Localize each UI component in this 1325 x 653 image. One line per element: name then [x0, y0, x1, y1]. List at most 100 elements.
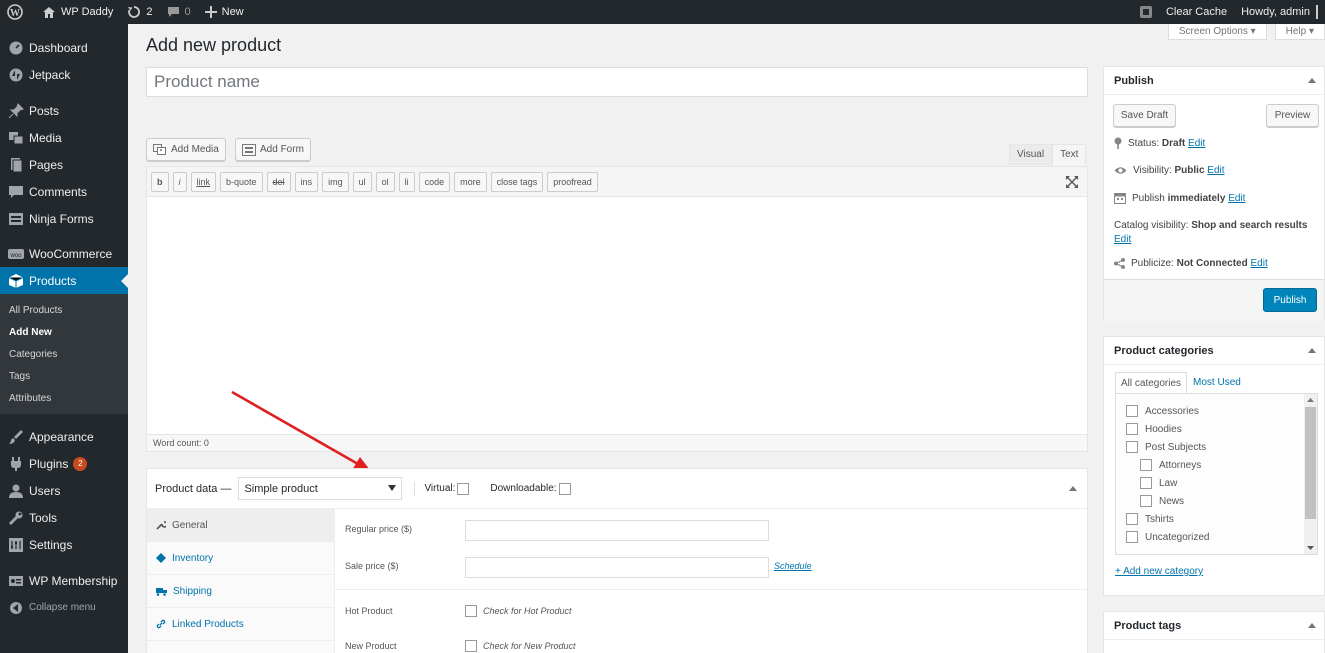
scrollbar[interactable] — [1304, 394, 1317, 554]
sidebar-item-plugins[interactable]: Plugins 2 — [0, 450, 128, 477]
quicktag-close-tags-button[interactable]: close tags — [490, 171, 544, 192]
sidebar-item-media[interactable]: Media — [0, 124, 128, 151]
submenu-item-tags[interactable]: Tags — [0, 365, 128, 387]
category-checkbox[interactable] — [1140, 459, 1152, 471]
virtual-checkbox[interactable] — [457, 482, 470, 495]
publicize-edit-link[interactable]: Edit — [1250, 258, 1267, 269]
publicize-row: Publicize: Not Connected Edit — [1114, 258, 1268, 269]
sidebar-item-dashboard[interactable]: Dashboard — [0, 34, 128, 61]
category-checkbox[interactable] — [1126, 405, 1138, 417]
catalog-visibility-edit-link[interactable]: Edit — [1114, 234, 1131, 245]
preview-button[interactable]: Preview — [1266, 104, 1319, 127]
quicktag-li-button[interactable]: li — [398, 171, 415, 192]
tab-text[interactable]: Text — [1052, 144, 1087, 165]
submenu-item-add-new[interactable]: Add New — [0, 321, 128, 343]
tab-inventory[interactable]: Inventory — [147, 542, 334, 575]
visibility-edit-link[interactable]: Edit — [1207, 165, 1224, 176]
new-product-checkbox[interactable] — [465, 640, 477, 652]
category-checkbox[interactable] — [1126, 441, 1138, 453]
jetpack-icon — [8, 67, 24, 83]
quicktag-more-button[interactable]: more — [454, 171, 487, 192]
comments-link[interactable]: 0 — [160, 0, 198, 24]
sidebar-item-ninja-forms[interactable]: Ninja Forms — [0, 205, 128, 232]
scrollbar-thumb[interactable] — [1305, 407, 1316, 519]
updates-link[interactable]: 2 — [120, 0, 159, 24]
new-label: New — [221, 6, 244, 18]
sidebar-item-pages[interactable]: Pages — [0, 151, 128, 178]
category-checkbox[interactable] — [1140, 477, 1152, 489]
sidebar-item-comments[interactable]: Comments — [0, 178, 128, 205]
product-type-select[interactable]: Simple product — [238, 477, 403, 500]
publish-button[interactable]: Publish — [1263, 288, 1317, 312]
downloadable-checkbox[interactable] — [558, 482, 571, 495]
tab-most-used[interactable]: Most Used — [1187, 372, 1247, 393]
category-checkbox[interactable] — [1140, 495, 1152, 507]
quicktag-del-button[interactable]: del — [266, 171, 291, 192]
new-content-link[interactable]: New — [198, 0, 251, 24]
submenu-item-all-products[interactable]: All Products — [0, 299, 128, 321]
status-edit-link[interactable]: Edit — [1188, 138, 1205, 149]
tab-all-categories[interactable]: All categories — [1115, 372, 1188, 393]
category-checkbox[interactable] — [1126, 531, 1138, 543]
collapse-toggle-icon[interactable] — [1308, 623, 1316, 628]
scroll-up-icon[interactable] — [1304, 396, 1317, 404]
submenu-item-categories[interactable]: Categories — [0, 343, 128, 365]
regular-price-input[interactable] — [465, 520, 769, 541]
sidebar-item-wp-membership[interactable]: WP Membership — [0, 567, 128, 594]
publish-time-edit-link[interactable]: Edit — [1228, 193, 1245, 204]
tab-general[interactable]: General — [147, 509, 334, 542]
catalog-visibility-row: Catalog visibility: Shop and search resu… — [1114, 219, 1314, 247]
wordpress-logo[interactable]: W — [0, 0, 35, 24]
membership-icon — [8, 573, 24, 589]
clear-cache-link[interactable]: Clear Cache — [1132, 0, 1234, 24]
sidebar-item-posts[interactable]: Posts — [0, 97, 128, 124]
sidebar-item-tools[interactable]: Tools — [0, 504, 128, 531]
product-name-input[interactable]: Product name — [146, 67, 1088, 97]
tab-linked-products[interactable]: Linked Products — [147, 608, 334, 641]
fullscreen-icon[interactable] — [1065, 175, 1079, 189]
site-name-link[interactable]: WP Daddy — [35, 0, 120, 24]
save-draft-button[interactable]: Save Draft — [1113, 104, 1176, 127]
tab-shipping[interactable]: Shipping — [147, 575, 334, 608]
quicktag-ins-button[interactable]: ins — [294, 171, 319, 192]
tab-visual[interactable]: Visual — [1009, 144, 1053, 165]
visibility-label: Visibility: — [1133, 165, 1172, 176]
sale-price-input[interactable] — [465, 557, 769, 578]
collapse-toggle-icon[interactable] — [1308, 78, 1316, 83]
quicktag-ol-button[interactable]: ol — [375, 171, 395, 192]
quicktag-proofread-button[interactable]: proofread — [547, 171, 598, 192]
sidebar-item-collapse-menu[interactable]: Collapse menu — [0, 594, 128, 621]
sidebar-item-products[interactable]: Products — [0, 267, 128, 294]
add-new-category-link[interactable]: + Add new category — [1115, 566, 1203, 577]
collapse-toggle-icon[interactable] — [1069, 486, 1077, 491]
sidebar-item-appearance[interactable]: Appearance — [0, 423, 128, 450]
sidebar-item-settings[interactable]: Settings — [0, 531, 128, 558]
account-link[interactable]: Howdy, admin — [1234, 0, 1325, 24]
sidebar-item-jetpack[interactable]: Jetpack — [0, 61, 128, 88]
sidebar-item-woocommerce[interactable]: woo WooCommerce — [0, 240, 128, 267]
category-checkbox[interactable] — [1126, 513, 1138, 525]
clear-cache-label: Clear Cache — [1165, 6, 1228, 18]
schedule-link[interactable]: Schedule — [774, 561, 812, 571]
screen-options-button[interactable]: Screen Options ▾ — [1167, 24, 1267, 40]
dashboard-icon — [8, 40, 24, 56]
quicktag-code-button[interactable]: code — [418, 171, 451, 192]
quicktag-b-quote-button[interactable]: b-quote — [220, 171, 263, 192]
sidebar-item-users[interactable]: Users — [0, 477, 128, 504]
wrench-icon — [8, 510, 24, 526]
category-checkbox[interactable] — [1126, 423, 1138, 435]
site-name: WP Daddy — [61, 6, 114, 18]
add-media-button[interactable]: Add Media — [146, 138, 226, 161]
sidebar-item-label: Users — [29, 483, 61, 498]
quicktag-i-button[interactable]: i — [172, 171, 187, 192]
add-form-button[interactable]: Add Form — [235, 138, 311, 161]
collapse-toggle-icon[interactable] — [1308, 348, 1316, 353]
scroll-down-icon[interactable] — [1304, 544, 1317, 552]
hot-product-checkbox[interactable] — [465, 605, 477, 617]
quicktag-ul-button[interactable]: ul — [352, 171, 372, 192]
quicktag-link-button[interactable]: link — [190, 171, 217, 192]
quicktag-b-button[interactable]: b — [151, 171, 169, 192]
help-button[interactable]: Help ▾ — [1274, 24, 1325, 40]
quicktag-img-button[interactable]: img — [322, 171, 349, 192]
submenu-item-attributes[interactable]: Attributes — [0, 387, 128, 409]
